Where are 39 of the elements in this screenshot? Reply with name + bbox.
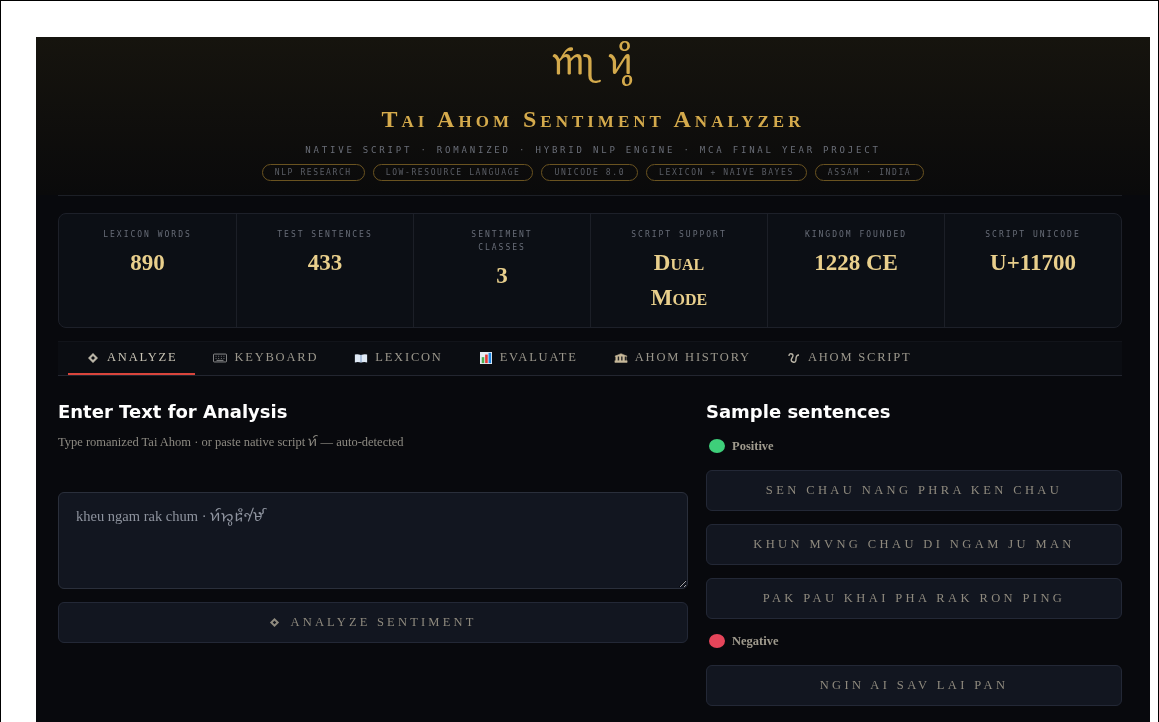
sample-sentence-button[interactable]: SEN CHAU NANG PHRA KEN CHAU — [706, 470, 1122, 511]
stat-label: SCRIPT SUPPORT — [631, 229, 727, 241]
book-icon — [354, 351, 369, 364]
tab[interactable]: AHOM SCRIPT — [768, 342, 930, 375]
stat-label: LEXICON WORDS — [103, 229, 192, 241]
stat-value: 890 — [130, 249, 165, 277]
section-heading: Sample sentences — [706, 400, 892, 424]
analyze-button[interactable]: ANALYZE SENTIMENT — [58, 602, 688, 643]
text-input-field[interactable]: kheu ngam rak chum · 𑜑𑜫𑜁𑜨𑜃𑜪𑜉𑜦𑜧 — [58, 492, 688, 589]
bar-chart-icon — [478, 351, 493, 364]
columns-icon — [613, 351, 628, 364]
stat-value: 3 — [496, 262, 508, 290]
app-title: Tai Ahom Sentiment Analyzer — [381, 105, 805, 133]
subtitle: NATIVE SCRIPT · ROMANIZED · HYBRID NLP ENGINE · MCA FINAL YEAR PROJECT — [305, 145, 881, 155]
tab[interactable]: EVALUATE — [460, 342, 596, 375]
hint-text: Type romanized Tai Ahom · or paste native script 𑜑𑜫 — auto-detected — [58, 434, 405, 451]
stat-value: U+11700 — [990, 249, 1076, 277]
logo-text: 𑜒𑜡 𑜑𑜪𑜨 — [552, 37, 634, 87]
keyboard-icon — [213, 351, 228, 364]
section-heading: Enter Text for Analysis — [58, 400, 289, 424]
group-label: Positive — [732, 438, 774, 454]
diamond-icon — [86, 351, 100, 364]
stat-label: KINGDOM FOUNDED — [804, 229, 908, 241]
stat-value: Dual Mode — [649, 249, 709, 312]
tab[interactable]: KEYBOARD — [195, 342, 337, 375]
stat-label: SCRIPT UNICODE — [985, 229, 1081, 241]
tab[interactable]: ANALYZE — [68, 342, 196, 375]
stat-label: TEST SENTENCES — [277, 229, 373, 241]
tab[interactable]: LEXICON — [336, 342, 461, 375]
sample-sentence-button[interactable]: NGIN AI SAV LAI PAN — [706, 665, 1122, 706]
stat-label: SENTIMENT CLASSES — [470, 229, 534, 254]
stat-value: 1228 CE — [814, 249, 898, 277]
script-icon — [786, 351, 801, 364]
tab[interactable]: AHOM HISTORY — [595, 342, 769, 375]
diamond-icon — [269, 617, 281, 628]
group-label: Negative — [732, 633, 779, 649]
sample-sentence-button[interactable]: KHUN MVNG CHAU DI NGAM JU MAN — [706, 524, 1122, 565]
sample-sentence-button[interactable]: PAK PAU KHAI PHA RAK RON PING — [706, 578, 1122, 619]
stat-value: 433 — [307, 249, 343, 277]
